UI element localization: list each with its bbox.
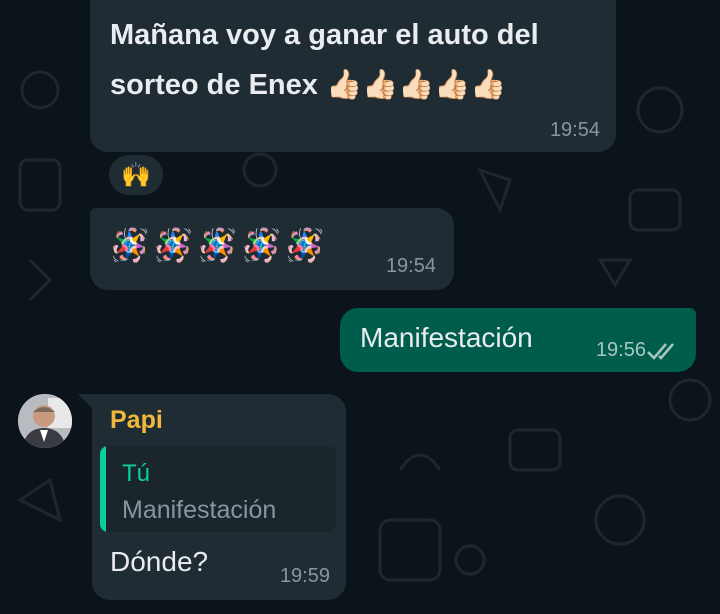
double-check-icon (647, 343, 674, 360)
quoted-message[interactable]: Tú Manifestación (100, 446, 336, 532)
sender-name[interactable]: Papi (110, 406, 163, 435)
message-bubble-incoming[interactable]: 🪅🪅🪅🪅🪅 19:54 (90, 208, 454, 290)
message-time: 19:56 (595, 339, 646, 361)
quote-author: Tú (122, 460, 151, 487)
message-bubble-outgoing[interactable]: Manifestación 19:56 (340, 308, 696, 372)
message-time: 19:59 (279, 565, 330, 587)
message-text: Dónde? (110, 546, 209, 577)
message-bubble-incoming[interactable]: Papi Tú Manifestación Dónde? 19:59 (92, 394, 346, 600)
quote-text: Manifestación (122, 496, 277, 524)
message-time: 19:54 (549, 119, 600, 141)
message-emojis: 🪅🪅🪅🪅🪅 (110, 227, 330, 263)
bubble-tail (78, 394, 92, 408)
message-text: Mañana voy a ganar el auto del sorteo de… (110, 19, 539, 101)
avatar-photo (18, 394, 72, 448)
quote-accent-bar (100, 446, 106, 532)
message-bubble-incoming[interactable]: Mañana voy a ganar el auto del sorteo de… (90, 0, 616, 152)
message-text: Manifestación (360, 322, 533, 353)
avatar[interactable] (18, 394, 72, 448)
message-time: 19:54 (385, 255, 436, 277)
reaction-badge[interactable]: 🙌 (106, 152, 166, 198)
